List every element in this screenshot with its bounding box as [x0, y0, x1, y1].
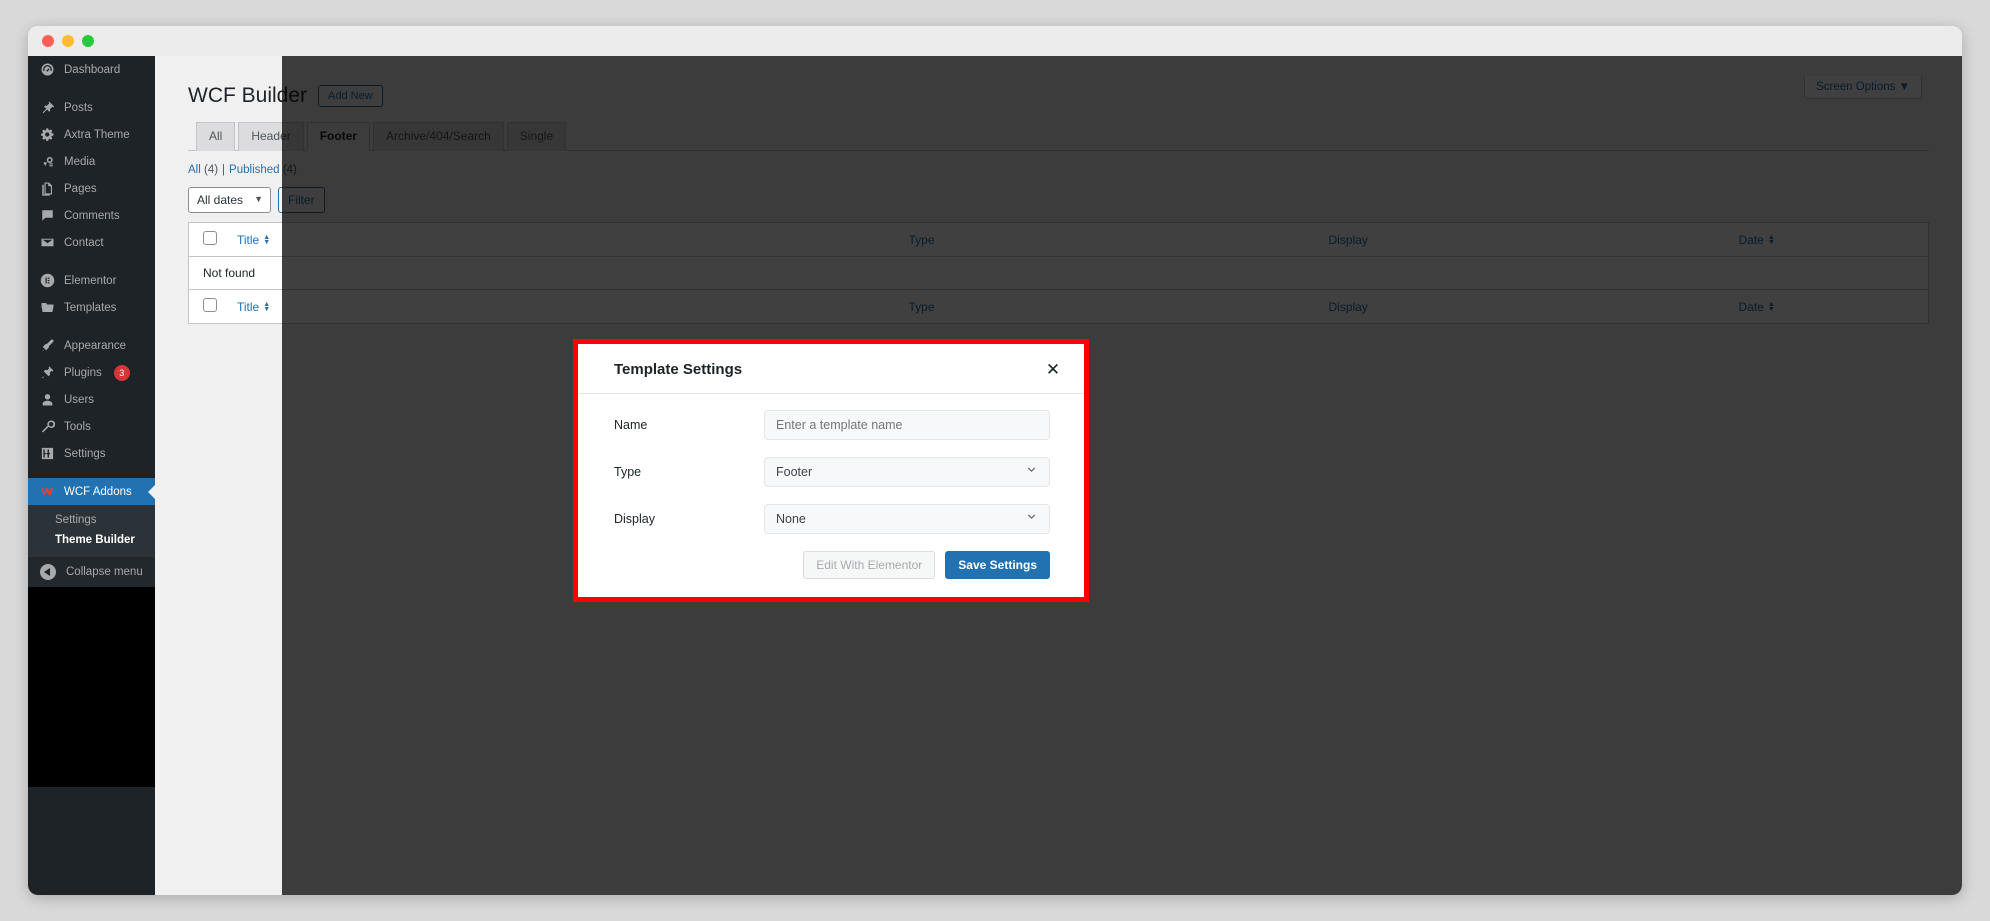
- modal-header: Template Settings ✕: [578, 344, 1084, 394]
- edit-with-elementor-button[interactable]: Edit With Elementor: [803, 551, 936, 579]
- comments-icon: [40, 208, 55, 223]
- plugins-update-badge: 3: [113, 364, 130, 381]
- sidebar-divider: [28, 467, 155, 478]
- admin-sidebar-menu: Dashboard Posts Axtra Theme Media Pages …: [28, 56, 155, 895]
- modal-body: Name Type Footer Display: [578, 394, 1084, 551]
- window-titlebar: [28, 26, 1962, 56]
- sidebar-divider: [28, 321, 155, 332]
- select-all-checkbox-footer[interactable]: [203, 298, 217, 313]
- sidebar-item-wcf-addons[interactable]: WCF Addons: [28, 478, 155, 505]
- sidebar-item-label: Dashboard: [64, 63, 121, 76]
- date-filter-wrapper: All dates ▼: [188, 187, 271, 214]
- status-count-all: (4): [203, 164, 219, 177]
- sidebar-item-media[interactable]: Media: [28, 148, 155, 175]
- status-separator: |: [222, 164, 226, 177]
- wrench-icon: [40, 419, 55, 434]
- folder-icon: [40, 300, 55, 315]
- name-field-label: Name: [614, 418, 648, 432]
- sidebar-item-label: Plugins: [64, 366, 102, 379]
- sidebar-item-plugins[interactable]: Plugins 3: [28, 359, 155, 386]
- sidebar-item-label: Users: [64, 393, 95, 406]
- sidebar-item-pages[interactable]: Pages: [28, 175, 155, 202]
- submenu-item-settings[interactable]: Settings: [28, 510, 155, 530]
- column-footer-title-label: Title: [237, 299, 260, 314]
- close-icon[interactable]: ✕: [1042, 358, 1064, 380]
- type-select-wrapper: Footer: [764, 457, 1050, 487]
- gear-icon: [40, 127, 55, 142]
- user-icon: [40, 392, 55, 407]
- sidebar-item-posts[interactable]: Posts: [28, 94, 155, 121]
- select-all-footer-header: [188, 289, 227, 324]
- sidebar-divider: [28, 256, 155, 267]
- sidebar-item-elementor[interactable]: Elementor: [28, 267, 155, 294]
- window-close-button[interactable]: [42, 35, 54, 47]
- sidebar-item-tools[interactable]: Tools: [28, 413, 155, 440]
- collapse-arrow-icon: [40, 564, 56, 580]
- display-select[interactable]: None: [764, 504, 1050, 534]
- dashboard-icon: [40, 62, 55, 77]
- wcf-addons-submenu: Settings Theme Builder: [28, 505, 155, 557]
- wordpress-admin-page: Dashboard Posts Axtra Theme Media Pages …: [28, 56, 1962, 895]
- template-settings-modal: Template Settings ✕ Name Type Footer: [578, 344, 1084, 597]
- window-minimize-button[interactable]: [62, 35, 74, 47]
- select-all-header: [188, 222, 227, 258]
- form-row-name: Name: [614, 410, 1050, 440]
- sidebar-item-templates[interactable]: Templates: [28, 294, 155, 321]
- date-filter-select[interactable]: All dates: [188, 187, 271, 214]
- sidebar-item-dashboard[interactable]: Dashboard: [28, 56, 155, 83]
- sidebar-item-label: Comments: [64, 209, 120, 222]
- tab-all[interactable]: All: [196, 122, 236, 152]
- modal-backdrop[interactable]: [282, 56, 1962, 895]
- pages-icon: [40, 181, 55, 196]
- paintbrush-icon: [40, 338, 55, 353]
- submenu-item-theme-builder[interactable]: Theme Builder: [28, 530, 155, 550]
- display-select-wrapper: None: [764, 504, 1050, 534]
- wcf-logo-icon: [40, 484, 55, 499]
- sidebar-item-label: Elementor: [64, 274, 117, 287]
- pin-icon: [40, 100, 55, 115]
- modal-footer: Edit With Elementor Save Settings: [578, 551, 1084, 597]
- sliders-icon: [40, 446, 55, 461]
- sidebar-item-appearance[interactable]: Appearance: [28, 332, 155, 359]
- sidebar-item-label: Media: [64, 155, 96, 168]
- elementor-icon: [40, 273, 55, 288]
- media-icon: [40, 154, 55, 169]
- sidebar-item-contact[interactable]: Contact: [28, 229, 155, 256]
- sidebar-item-label: Contact: [64, 236, 104, 249]
- select-all-checkbox[interactable]: [203, 231, 217, 246]
- template-settings-modal-highlight: Template Settings ✕ Name Type Footer: [573, 339, 1089, 602]
- sidebar-item-label: Axtra Theme: [64, 128, 130, 141]
- sidebar-item-label: WCF Addons: [64, 485, 132, 498]
- sidebar-item-label: Settings: [64, 447, 106, 460]
- form-row-type: Type Footer: [614, 457, 1050, 487]
- sidebar-item-label: Templates: [64, 301, 117, 314]
- modal-title: Template Settings: [614, 360, 743, 378]
- form-row-display: Display None: [614, 504, 1050, 534]
- sidebar-item-label: Posts: [64, 101, 93, 114]
- sidebar-item-comments[interactable]: Comments: [28, 202, 155, 229]
- sidebar-item-axtra-theme[interactable]: Axtra Theme: [28, 121, 155, 148]
- sidebar-item-label: Appearance: [64, 339, 127, 352]
- sidebar-item-label: Pages: [64, 182, 97, 195]
- sidebar-item-settings[interactable]: Settings: [28, 440, 155, 467]
- sidebar-item-label: Tools: [64, 420, 91, 433]
- column-header-title-label: Title: [237, 232, 260, 247]
- window-maximize-button[interactable]: [82, 35, 94, 47]
- display-field-label: Display: [614, 512, 655, 526]
- collapse-menu-label: Collapse menu: [66, 566, 143, 578]
- name-input[interactable]: [764, 410, 1050, 440]
- collapse-menu-button[interactable]: Collapse menu: [28, 557, 155, 587]
- sidebar-item-users[interactable]: Users: [28, 386, 155, 413]
- sidebar-filler: [28, 587, 155, 787]
- save-settings-button[interactable]: Save Settings: [945, 551, 1050, 579]
- browser-window: Dashboard Posts Axtra Theme Media Pages …: [28, 26, 1962, 895]
- envelope-icon: [40, 235, 55, 250]
- status-link-all[interactable]: All (4): [188, 164, 218, 176]
- sort-arrows-icon: ▲▼: [263, 233, 271, 246]
- type-field-label: Type: [614, 465, 642, 479]
- type-select[interactable]: Footer: [764, 457, 1050, 487]
- sidebar-divider: [28, 83, 155, 94]
- plug-icon: [40, 365, 55, 380]
- sort-arrows-icon: ▲▼: [263, 300, 271, 313]
